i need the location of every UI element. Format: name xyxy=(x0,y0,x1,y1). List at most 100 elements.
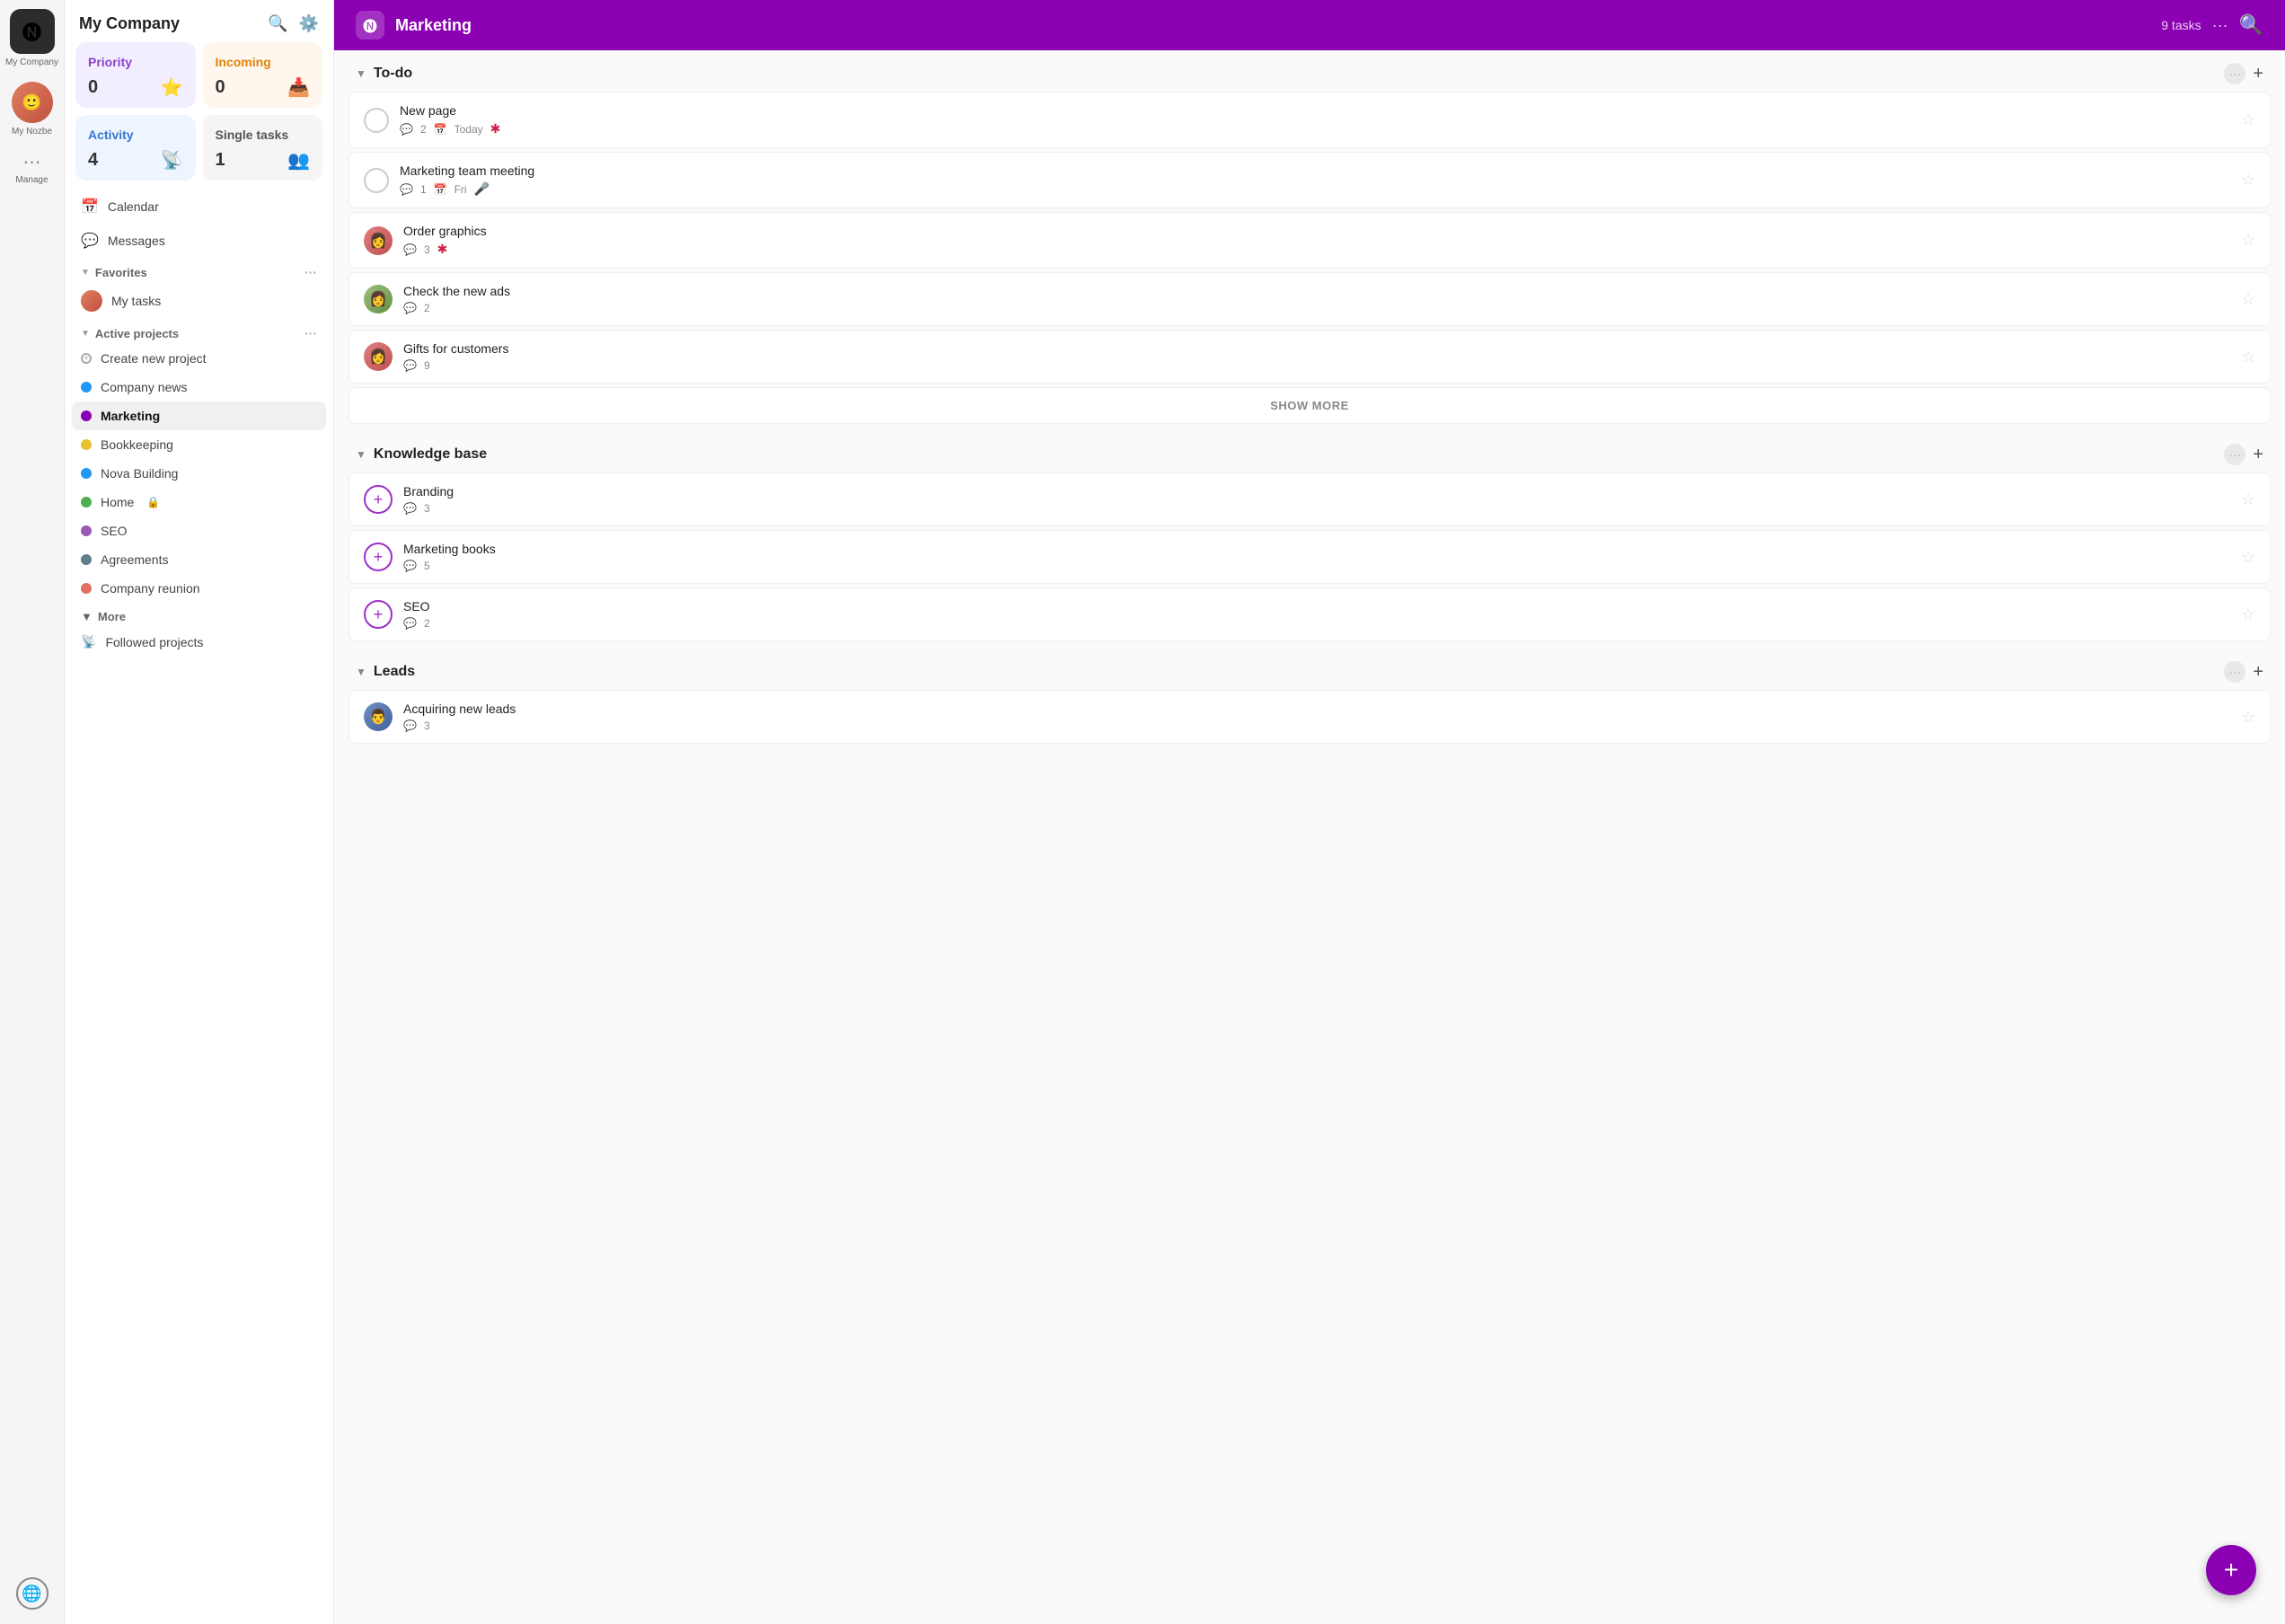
seo-knowledge-add-button[interactable]: + xyxy=(364,600,393,629)
company-reunion-label: Company reunion xyxy=(101,581,200,596)
priority-card[interactable]: Priority 0 ⭐ xyxy=(75,42,196,108)
nav-item-messages[interactable]: 💬 Messages xyxy=(72,224,326,258)
single-tasks-count: 1 xyxy=(216,150,225,171)
sidebar-item-seo[interactable]: SEO xyxy=(72,516,326,545)
sidebar-item-bookkeeping[interactable]: Bookkeeping xyxy=(72,430,326,459)
marketing-meeting-checkbox[interactable] xyxy=(364,168,389,193)
todo-section-title: To-do xyxy=(374,66,2217,82)
seo-knowledge-title: SEO xyxy=(403,599,2230,613)
acquiring-leads-star-button[interactable]: ☆ xyxy=(2241,708,2255,727)
todo-section-add-button[interactable]: + xyxy=(2253,64,2263,84)
sidebar-item-agreements[interactable]: Agreements xyxy=(72,545,326,574)
project-list: + Create new project Company news Market… xyxy=(65,344,333,603)
acquiring-leads-title: Acquiring new leads xyxy=(403,702,2230,716)
new-page-date: Today xyxy=(454,123,483,136)
search-icon[interactable]: 🔍 xyxy=(268,14,287,33)
task-area: ▼ To-do ··· + New page 💬 2 📅 Today ✱ xyxy=(334,50,2285,1624)
sidebar-item-followed-projects[interactable]: 📡 Followed projects xyxy=(65,627,333,657)
my-nozbe-label: My Nozbe xyxy=(12,127,52,137)
acquiring-leads-comment-count: 3 xyxy=(424,719,430,732)
settings-icon[interactable]: ⚙️ xyxy=(299,14,319,33)
knowledge-base-dots-button[interactable]: ··· xyxy=(2224,444,2245,465)
followed-projects-icon: 📡 xyxy=(81,634,96,649)
order-graphics-star-button[interactable]: ☆ xyxy=(2241,231,2255,250)
activity-card[interactable]: Activity 4 📡 xyxy=(75,115,196,181)
sidebar-item-company-reunion[interactable]: Company reunion xyxy=(72,574,326,603)
knowledge-base-chevron-icon[interactable]: ▼ xyxy=(356,448,366,461)
sidebar-item-my-tasks[interactable]: My tasks xyxy=(72,283,326,319)
active-projects-section-header[interactable]: ▼ Active projects ··· xyxy=(65,319,333,344)
manage-button[interactable]: ⋯ Manage xyxy=(15,151,48,185)
gifts-customers-star-button[interactable]: ☆ xyxy=(2241,348,2255,366)
new-page-star-button[interactable]: ☆ xyxy=(2241,110,2255,129)
active-projects-chevron: ▼ xyxy=(81,329,90,339)
incoming-inbox-icon: 📥 xyxy=(287,76,310,99)
gifts-customers-comment-count: 9 xyxy=(424,359,430,372)
leads-section-title: Leads xyxy=(374,664,2217,680)
new-page-calendar-icon: 📅 xyxy=(434,123,447,136)
leads-dots-button[interactable]: ··· xyxy=(2224,661,2245,683)
order-graphics-priority-icon: ✱ xyxy=(437,242,448,257)
new-page-title: New page xyxy=(400,103,2230,118)
gifts-customers-comments-icon: 💬 xyxy=(403,359,417,372)
active-projects-more-icon[interactable]: ··· xyxy=(304,326,317,340)
activity-feed-icon: 📡 xyxy=(161,149,183,172)
sidebar-item-create-new-project[interactable]: + Create new project xyxy=(72,344,326,373)
marketing-meeting-star-button[interactable]: ☆ xyxy=(2241,171,2255,190)
sidebar: My Company 🔍 ⚙️ Priority 0 ⭐ Incoming 0 … xyxy=(65,0,334,1624)
main-header-search-icon[interactable]: 🔍 xyxy=(2239,13,2263,37)
check-ads-star-button[interactable]: ☆ xyxy=(2241,290,2255,309)
marketing-books-title: Marketing books xyxy=(403,542,2230,556)
globe-button[interactable]: 🌐 xyxy=(16,1577,49,1610)
leads-chevron-icon[interactable]: ▼ xyxy=(356,666,366,678)
company-news-dot xyxy=(81,382,92,393)
show-more-button[interactable]: SHOW MORE xyxy=(348,387,2271,424)
favorites-chevron: ▼ xyxy=(81,268,90,278)
create-new-project-label: Create new project xyxy=(101,351,207,366)
leads-add-button[interactable]: + xyxy=(2253,662,2263,683)
new-page-comments-icon: 💬 xyxy=(400,123,413,136)
single-tasks-card[interactable]: Single tasks 1 👥 xyxy=(203,115,323,181)
marketing-dot xyxy=(81,410,92,421)
task-item-seo-knowledge: + SEO 💬 2 ☆ xyxy=(348,587,2271,641)
user-avatar[interactable]: 🙂 xyxy=(12,82,53,123)
seo-dot xyxy=(81,525,92,536)
favorites-more-icon[interactable]: ··· xyxy=(304,265,317,279)
more-label: More xyxy=(98,610,126,623)
nav-item-calendar[interactable]: 📅 Calendar xyxy=(72,190,326,224)
marketing-books-star-button[interactable]: ☆ xyxy=(2241,548,2255,567)
sidebar-scroll: Priority 0 ⭐ Incoming 0 📥 Activity 4 📡 xyxy=(65,42,333,1624)
more-chevron: ▼ xyxy=(81,610,93,623)
knowledge-base-add-button[interactable]: + xyxy=(2253,445,2263,465)
sidebar-item-home[interactable]: Home 🔒 xyxy=(72,488,326,516)
seo-knowledge-star-button[interactable]: ☆ xyxy=(2241,605,2255,624)
order-graphics-comment-count: 3 xyxy=(424,243,430,256)
branding-add-button[interactable]: + xyxy=(364,485,393,514)
favorites-list: My tasks xyxy=(65,283,333,319)
sidebar-item-marketing[interactable]: Marketing xyxy=(72,402,326,430)
marketing-books-comment-count: 5 xyxy=(424,560,430,572)
order-graphics-comments-icon: 💬 xyxy=(403,243,417,256)
sidebar-item-company-news[interactable]: Company news xyxy=(72,373,326,402)
todo-section-dots-button[interactable]: ··· xyxy=(2224,63,2245,84)
branding-title: Branding xyxy=(403,484,2230,499)
marketing-books-add-button[interactable]: + xyxy=(364,543,393,571)
agreements-dot xyxy=(81,554,92,565)
app-logo[interactable]: 🅝 xyxy=(10,9,55,54)
todo-section-header: ▼ To-do ··· + xyxy=(348,50,2271,92)
new-page-priority-icon: ✱ xyxy=(490,121,501,137)
main-content: 🅝 Marketing 9 tasks ··· 🔍 ▼ To-do ··· + … xyxy=(334,0,2285,1624)
incoming-count: 0 xyxy=(216,77,225,98)
branding-star-button[interactable]: ☆ xyxy=(2241,490,2255,509)
sidebar-item-nova-building[interactable]: Nova Building xyxy=(72,459,326,488)
new-page-checkbox[interactable] xyxy=(364,108,389,133)
favorites-section-header[interactable]: ▼ Favorites ··· xyxy=(65,258,333,283)
priority-label: Priority xyxy=(88,55,183,69)
marketing-meeting-calendar-icon: 📅 xyxy=(434,183,447,196)
todo-chevron-icon[interactable]: ▼ xyxy=(356,67,366,80)
fab-add-button[interactable]: + xyxy=(2206,1545,2256,1595)
messages-icon: 💬 xyxy=(81,232,99,250)
main-header-ellipsis-icon[interactable]: ··· xyxy=(2212,16,2228,35)
incoming-card[interactable]: Incoming 0 📥 xyxy=(203,42,323,108)
more-section-header[interactable]: ▼ More xyxy=(65,603,333,627)
